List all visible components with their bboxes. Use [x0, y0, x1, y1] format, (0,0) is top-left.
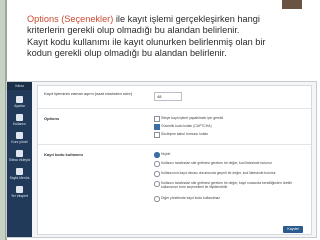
- slide-top-tab: [282, 0, 302, 9]
- option-text: Siteye kayıt işlemi yapabilmek için gere…: [161, 115, 224, 120]
- timeout-label: Kayıt işleminin zaman aşımı (saat cinsin…: [44, 91, 133, 96]
- sidebar-item-label: Yer ekspert: [10, 194, 29, 198]
- app-screenshot: Ihtiraz Ayarlar Kullanıcı Kurs yönet Sit…: [6, 81, 317, 238]
- registration-code-label: Kayıt kodu kullanımı: [44, 152, 83, 157]
- caption-line4: kodun gerekli olup olmadığı bu alandan b…: [27, 48, 227, 59]
- option-text: Güvenlik kodu kullan (CAPTCHA): [161, 123, 212, 128]
- puzzle-icon: [16, 150, 23, 157]
- divider: [38, 108, 311, 109]
- settings-icon: [16, 96, 23, 103]
- checkbox[interactable]: [154, 132, 160, 138]
- timeout-input[interactable]: 48: [154, 92, 182, 101]
- book-icon: [16, 132, 23, 139]
- sidebar: Ihtiraz Ayarlar Kullanıcı Kurs yönet Sit…: [7, 82, 32, 237]
- caption-line3: Kayıt kodu kullanımı ile kayıt olunurken…: [27, 36, 266, 47]
- sidebar-item-settings[interactable]: Ayarlar: [7, 96, 32, 108]
- radio-subtext: kullanıcının form seçenekleri ile ilişki…: [161, 185, 228, 189]
- save-button[interactable]: Kaydet: [283, 226, 303, 233]
- sidebar-header: Ihtiraz: [7, 82, 32, 90]
- radio[interactable]: [154, 196, 160, 202]
- sidebar-item-label: Kurs yönet: [11, 140, 28, 144]
- options-label: Options: [44, 116, 60, 121]
- radio-selected[interactable]: [154, 152, 160, 158]
- sidebar-item-plugins[interactable]: Sitecu ekleyici: [7, 150, 32, 162]
- caption-line2: kriterlerin gerekli olup olmadığı bu ala…: [27, 25, 240, 36]
- checkbox-checked[interactable]: [154, 124, 160, 130]
- caption-highlight: Options (Seçenekler): [27, 14, 114, 24]
- sidebar-item-label: Sayfa Menüs: [9, 176, 30, 180]
- sidebar-item-export[interactable]: Yer ekspert: [7, 186, 32, 198]
- sidebar-item-pages[interactable]: Sayfa Menüs: [7, 168, 32, 180]
- users-icon: [16, 114, 23, 121]
- divider: [38, 144, 311, 145]
- sidebar-item-users[interactable]: Kullanıcı: [7, 114, 32, 126]
- checkbox[interactable]: [154, 116, 160, 122]
- registration-settings-panel: Kayıt işleminin zaman aşımı (saat cinsin…: [37, 85, 312, 235]
- radio-text: Kullanıcı tarafından site girilmesi gere…: [161, 160, 272, 165]
- slide-caption: Options (Seçenekler) ile kayıt işlemi ge…: [27, 14, 315, 60]
- sidebar-item-label: Sitecu ekleyici: [8, 158, 31, 162]
- option-text: Sözleşme kabul formunu kullan: [161, 131, 209, 136]
- caption-line1: ile kayıt işlemi gerçekleşirken hangi: [113, 14, 260, 24]
- page-icon: [16, 168, 23, 175]
- radio[interactable]: [154, 171, 160, 177]
- radio-text: Hiçbiri: [161, 151, 171, 156]
- sidebar-item-courses[interactable]: Kurs yönet: [7, 132, 32, 144]
- sidebar-item-label: Ayarlar: [14, 104, 25, 108]
- radio[interactable]: [154, 181, 160, 187]
- sidebar-item-label: Kullanıcı: [12, 122, 26, 126]
- export-icon: [16, 186, 23, 193]
- radio[interactable]: [154, 161, 160, 167]
- radio-text: Kullanıcının kayıt olması durumunda geçe…: [161, 170, 276, 175]
- radio-text: Diğer yönetimde kayıt kodu kullanılmaz: [161, 195, 220, 200]
